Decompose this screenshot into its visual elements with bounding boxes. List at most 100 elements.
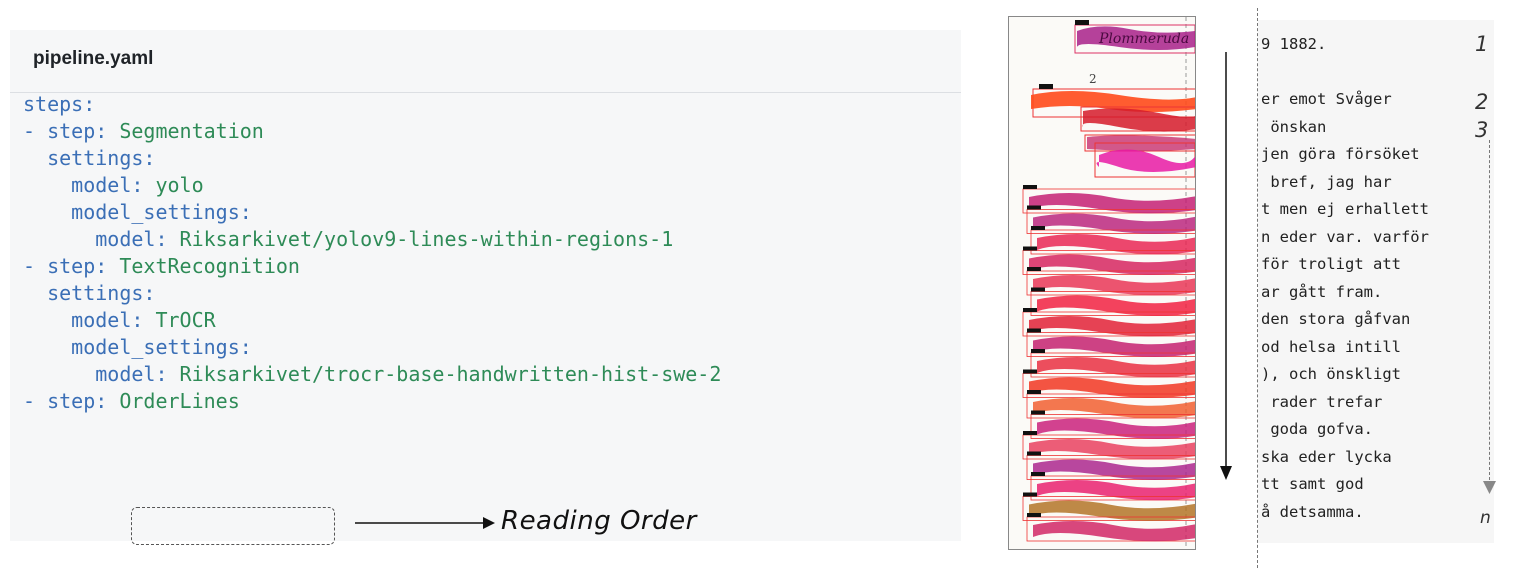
yaml-value: TextRecognition: [119, 254, 300, 278]
yaml-line: steps:: [23, 91, 721, 118]
yaml-line: model: TrOCR: [23, 307, 721, 334]
line-label-tag: [1027, 328, 1041, 333]
line-mask: [1033, 398, 1195, 419]
reading-order-label: Reading Order: [501, 506, 697, 536]
line-number-2: 2: [1475, 90, 1489, 114]
line-label-tag: [1031, 287, 1045, 292]
transcription-line: er emot Svåger: [1261, 90, 1392, 108]
line-label-tag: [1027, 390, 1041, 394]
line-mask: [1029, 377, 1195, 398]
yaml-key: model_settings: [23, 200, 240, 224]
yaml-line: model_settings:: [23, 334, 721, 361]
transcription-text: 9 1882. er emot Svåger önskan jen göra för…: [1261, 31, 1429, 526]
line-label-tag: [1023, 492, 1037, 497]
yaml-value: TrOCR: [155, 308, 216, 332]
line-label-tag: [1027, 267, 1041, 271]
line-label-tag: [1031, 226, 1045, 230]
yaml-key: steps: [23, 92, 84, 116]
line-number-1: 1: [1475, 32, 1489, 56]
line-mask: [1037, 234, 1195, 255]
orderlines-highlight-box: [131, 507, 335, 545]
line-mask: [1029, 500, 1195, 521]
yaml-line: - step: OrderLines: [23, 388, 721, 415]
transcription-line: jen göra försöket: [1261, 145, 1420, 163]
line-mask: [1033, 459, 1195, 480]
transcription-line: ar gått fram.: [1261, 282, 1383, 301]
transcription-line: för troligt att: [1261, 255, 1401, 273]
yaml-colon: :: [131, 308, 156, 332]
line-label-tag: [1031, 472, 1045, 476]
transcription-line: önskan: [1261, 117, 1327, 136]
segmented-manuscript-image: Plommeruda 2: [1008, 16, 1196, 550]
yaml-line: model: Riksarkivet/trocr-base-handwritte…: [23, 361, 721, 388]
yaml-colon: :: [239, 335, 252, 359]
transcription-guide-line: [1489, 140, 1490, 480]
yaml-key: model: [23, 227, 156, 251]
yaml-key: - step: [23, 389, 96, 413]
line-number-n: n: [1480, 508, 1491, 528]
transcription-line: bref, jag har: [1261, 172, 1392, 191]
line-mask: [1037, 357, 1195, 378]
line-label-tag: [1027, 451, 1041, 456]
line-mask: [1033, 521, 1195, 542]
yaml-line: - step: Segmentation: [23, 118, 721, 145]
yaml-colon: :: [143, 146, 156, 170]
line-mask: [1033, 275, 1195, 296]
yaml-key: - step: [23, 119, 96, 143]
yaml-value: OrderLines: [119, 389, 240, 413]
yaml-colon: :: [131, 173, 156, 197]
line-mask: [1037, 418, 1195, 439]
yaml-header: pipeline.yaml: [10, 30, 961, 93]
svg-text:2: 2: [1089, 72, 1097, 86]
yaml-colon: :: [83, 92, 96, 116]
transcription-line: od helsa intill: [1261, 337, 1401, 356]
line-label-tag: [1023, 185, 1037, 189]
line-mask: [1029, 439, 1195, 460]
yaml-key: model: [23, 308, 132, 332]
line-label-tag: [1023, 431, 1037, 435]
yaml-value: Riksarkivet/yolov9-lines-within-regions-…: [179, 227, 674, 251]
yaml-key: settings: [23, 281, 144, 305]
line-mask: [1029, 193, 1195, 214]
line-mask: [1033, 336, 1195, 357]
yaml-key: settings: [23, 146, 144, 170]
yaml-colon: :: [155, 227, 180, 251]
yaml-colon: :: [143, 281, 156, 305]
transcription-panel: 9 1882. er emot Svåger önskan jen göra för…: [1258, 20, 1494, 543]
transcription-line: ska eder lycka: [1261, 447, 1392, 466]
yaml-key: model: [23, 362, 156, 386]
yaml-key: model_settings: [23, 335, 240, 359]
yaml-line: - step: TextRecognition: [23, 253, 721, 280]
yaml-line: model: Riksarkivet/yolov9-lines-within-r…: [23, 226, 721, 253]
yaml-value: Riksarkivet/trocr-base-handwritten-hist-…: [179, 362, 722, 386]
transcription-line: 9 1882.: [1261, 35, 1327, 53]
line-mask: [1029, 254, 1195, 275]
line-label-tag: [1023, 369, 1037, 374]
yaml-file-title: pipeline.yaml: [33, 48, 154, 69]
yaml-line: settings:: [23, 280, 721, 307]
yaml-colon: :: [95, 254, 120, 278]
transcription-line: n eder var. varför: [1261, 227, 1429, 246]
line-mask: [1029, 316, 1195, 337]
segmentation-overlay: Plommeruda 2: [1022, 17, 1195, 549]
yaml-colon: :: [95, 389, 120, 413]
yaml-line: model: yolo: [23, 172, 721, 199]
line-number-3: 3: [1475, 118, 1489, 142]
yaml-key: model: [23, 173, 132, 197]
transcription-line: tt samt god: [1261, 475, 1364, 493]
transcription-line: den stora gåfvan: [1261, 310, 1411, 328]
line-label-tag: [1027, 513, 1041, 517]
reading-order-arrow-icon: [355, 517, 495, 529]
transcription-line: goda gofva.: [1261, 420, 1373, 438]
yaml-key: - step: [23, 254, 96, 278]
yaml-line: settings:: [23, 145, 721, 172]
yaml-value: Segmentation: [119, 119, 264, 143]
line-mask: [1033, 213, 1195, 234]
reading-direction-arrow-icon: [1220, 52, 1232, 480]
transcription-line: ), och önskligt: [1261, 365, 1401, 383]
line-label-tag: [1023, 308, 1037, 312]
line-label-tag: [1027, 205, 1041, 210]
svg-text:Plommeruda: Plommeruda: [1098, 31, 1189, 47]
yaml-colon: :: [155, 362, 180, 386]
transcription-line: [1261, 59, 1429, 87]
